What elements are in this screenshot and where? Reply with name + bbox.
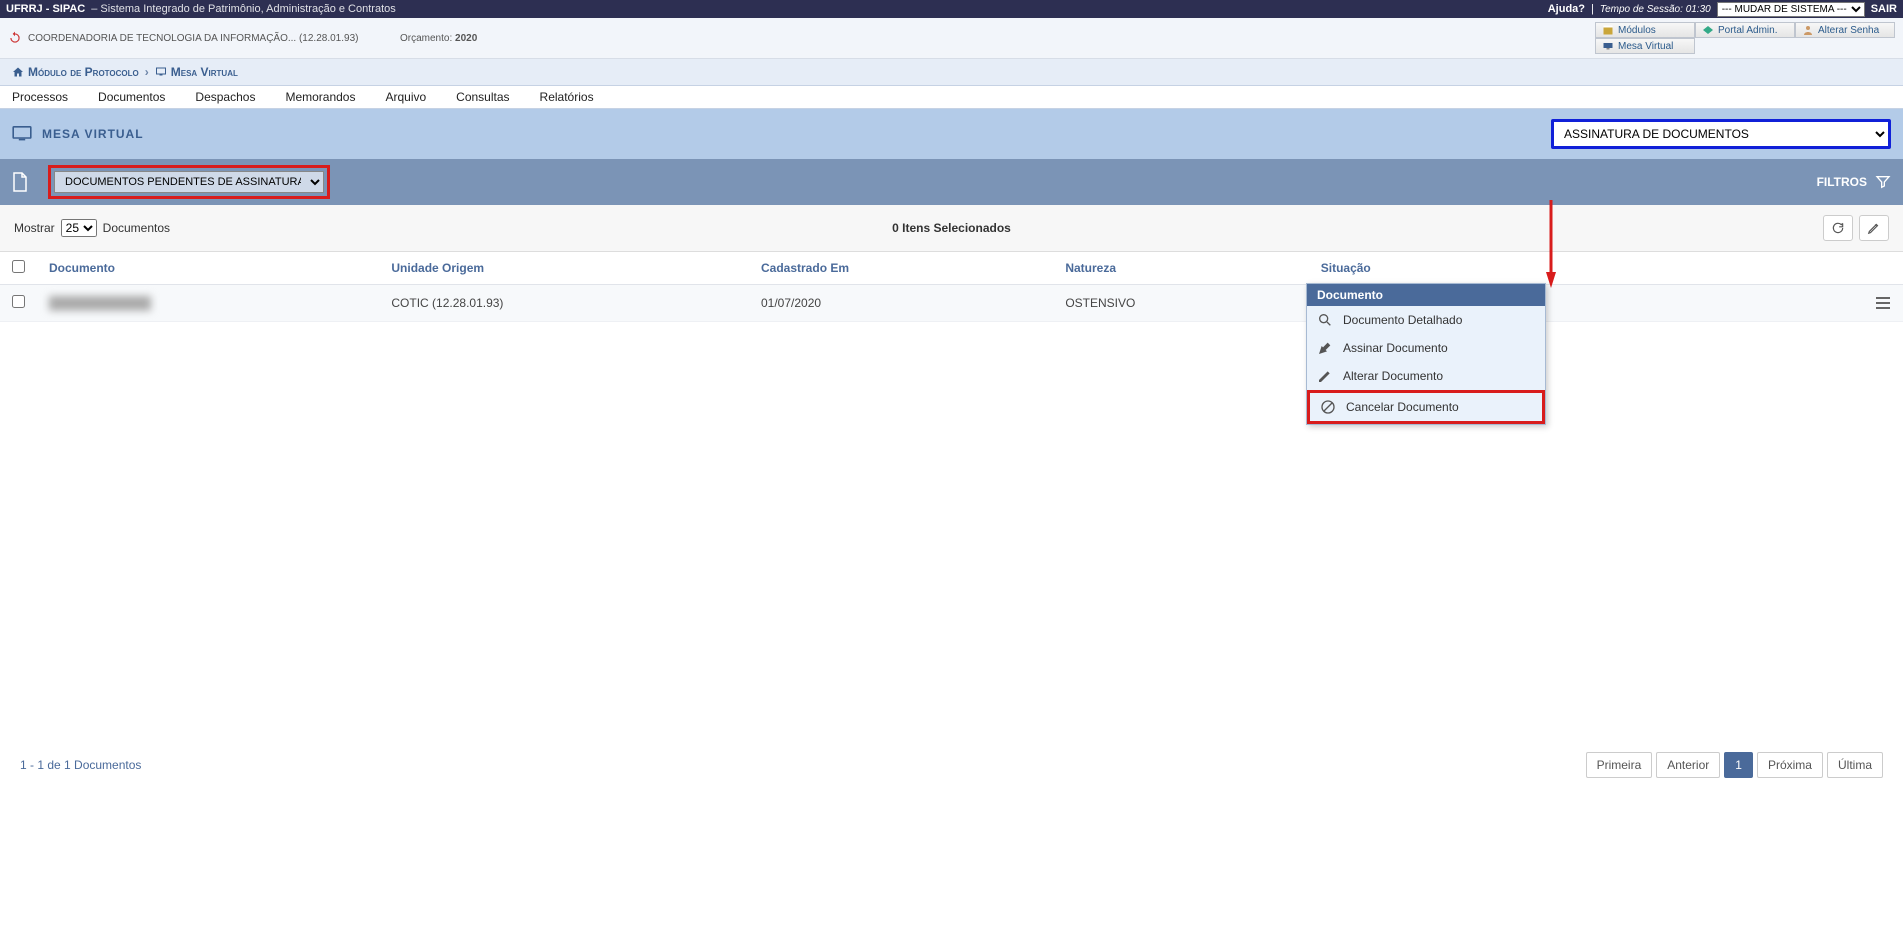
ctx-documento-detalhado[interactable]: Documento Detalhado <box>1307 306 1545 334</box>
page-1-button[interactable]: 1 <box>1724 752 1753 778</box>
help-link[interactable]: Ajuda? <box>1548 3 1585 15</box>
monitor-icon <box>155 66 167 78</box>
portal-admin-button[interactable]: Portal Admin. <box>1695 22 1795 38</box>
topbar: UFRRJ - SIPAC – Sistema Integrado de Pat… <box>0 0 1903 18</box>
page-prev-button[interactable]: Anterior <box>1656 752 1720 778</box>
page-first-button[interactable]: Primeira <box>1586 752 1653 778</box>
refresh-button[interactable] <box>1823 215 1853 241</box>
breadcrumb: Módulo de Protocolo › Mesa Virtual <box>0 59 1903 86</box>
document-icon <box>12 172 28 192</box>
menu-processos[interactable]: Processos <box>12 90 68 104</box>
pen-nib-icon <box>1317 340 1333 356</box>
cancel-icon <box>1320 399 1336 415</box>
mesa-title: MESA VIRTUAL <box>42 127 144 141</box>
app-subtitle: – Sistema Integrado de Patrimônio, Admin… <box>91 3 396 15</box>
context-menu: Documento Documento Detalhado Assinar Do… <box>1306 283 1546 425</box>
ctx-assinar-documento[interactable]: Assinar Documento <box>1307 334 1545 362</box>
col-cadastrado[interactable]: Cadastrado Em <box>749 252 1053 285</box>
main-view-select[interactable]: ASSINATURA DE DOCUMENTOS <box>1551 119 1891 149</box>
page-last-button[interactable]: Última <box>1827 752 1883 778</box>
refresh-icon <box>1831 221 1845 235</box>
reload-icon <box>8 31 22 45</box>
docs-label: Documentos <box>103 221 170 235</box>
menu-documentos[interactable]: Documentos <box>98 90 165 104</box>
orca-year: 2020 <box>455 33 477 44</box>
cell-unidade: COTIC (12.28.01.93) <box>379 285 749 322</box>
cell-cadastrado: 01/07/2020 <box>749 285 1053 322</box>
unit-row: COORDENADORIA DE TECNOLOGIA DA INFORMAÇÃ… <box>0 18 1903 59</box>
select-all-checkbox[interactable] <box>12 260 25 273</box>
breadcrumb-home[interactable]: Módulo de Protocolo <box>12 65 139 79</box>
mesa-virtual-button[interactable]: Mesa Virtual <box>1595 38 1695 54</box>
selected-count: 0 Itens Selecionados <box>892 221 1011 235</box>
search-icon <box>1317 312 1333 328</box>
filter-icon <box>1875 174 1891 190</box>
cell-documento: ████████████ <box>49 296 151 310</box>
context-menu-header: Documento <box>1307 284 1545 306</box>
menubar: Processos Documentos Despachos Memorando… <box>0 86 1903 109</box>
unit-label: COORDENADORIA DE TECNOLOGIA DA INFORMAÇÃ… <box>28 33 358 44</box>
logout-button[interactable]: SAIR <box>1871 3 1897 15</box>
edit-button[interactable] <box>1859 215 1889 241</box>
menu-memorandos[interactable]: Memorandos <box>285 90 355 104</box>
menu-despachos[interactable]: Despachos <box>195 90 255 104</box>
menu-consultas[interactable]: Consultas <box>456 90 509 104</box>
ctx-alterar-documento[interactable]: Alterar Documento <box>1307 362 1545 390</box>
row-checkbox[interactable] <box>12 295 25 308</box>
per-page-select[interactable]: 25 <box>61 219 97 237</box>
pagination: Primeira Anterior 1 Próxima Última <box>1586 752 1883 778</box>
monitor-icon <box>12 126 32 142</box>
col-natureza[interactable]: Natureza <box>1053 252 1308 285</box>
ctx-cancelar-documento[interactable]: Cancelar Documento <box>1307 390 1545 424</box>
footer: 1 - 1 de 1 Documentos Primeira Anterior … <box>0 742 1903 788</box>
mesa-header: MESA VIRTUAL ASSINATURA DE DOCUMENTOS <box>0 109 1903 159</box>
pencil-icon <box>1317 368 1333 384</box>
table-row[interactable]: ████████████ COTIC (12.28.01.93) 01/07/2… <box>0 285 1903 322</box>
alterar-senha-button[interactable]: Alterar Senha <box>1795 22 1895 38</box>
hamburger-icon[interactable] <box>1875 297 1891 309</box>
breadcrumb-mesa[interactable]: Mesa Virtual <box>155 65 238 79</box>
session-label: Tempo de Sessão: <box>1600 4 1683 15</box>
filtros-button[interactable]: FILTROS <box>1817 174 1891 190</box>
modulos-button[interactable]: Módulos <box>1595 22 1695 38</box>
home-icon <box>12 66 24 78</box>
documents-table: Documento Unidade Origem Cadastrado Em N… <box>0 252 1903 322</box>
result-count: 1 - 1 de 1 Documentos <box>20 758 141 772</box>
col-unidade[interactable]: Unidade Origem <box>379 252 749 285</box>
desk-icon <box>1602 40 1614 52</box>
system-select[interactable]: --- MUDAR DE SISTEMA --- <box>1717 2 1865 17</box>
cell-natureza: OSTENSIVO <box>1053 285 1308 322</box>
orca-label: Orçamento: <box>400 33 452 44</box>
show-bar: Mostrar 25 Documentos 0 Itens Selecionad… <box>0 205 1903 252</box>
secondary-bar: DOCUMENTOS PENDENTES DE ASSINATURA FILTR… <box>0 159 1903 205</box>
app-title: UFRRJ - SIPAC <box>6 3 85 15</box>
box-icon <box>1602 24 1614 36</box>
portal-icon <box>1702 24 1714 36</box>
page-next-button[interactable]: Próxima <box>1757 752 1823 778</box>
menu-arquivo[interactable]: Arquivo <box>385 90 426 104</box>
filter-select[interactable]: DOCUMENTOS PENDENTES DE ASSINATURA <box>54 171 324 193</box>
menu-relatorios[interactable]: Relatórios <box>540 90 594 104</box>
session-time: 01:30 <box>1686 4 1711 15</box>
mostrar-label: Mostrar <box>14 221 55 235</box>
edit-icon <box>1867 221 1881 235</box>
col-situacao[interactable]: Situação <box>1309 252 1863 285</box>
col-documento[interactable]: Documento <box>37 252 379 285</box>
user-icon <box>1802 24 1814 36</box>
